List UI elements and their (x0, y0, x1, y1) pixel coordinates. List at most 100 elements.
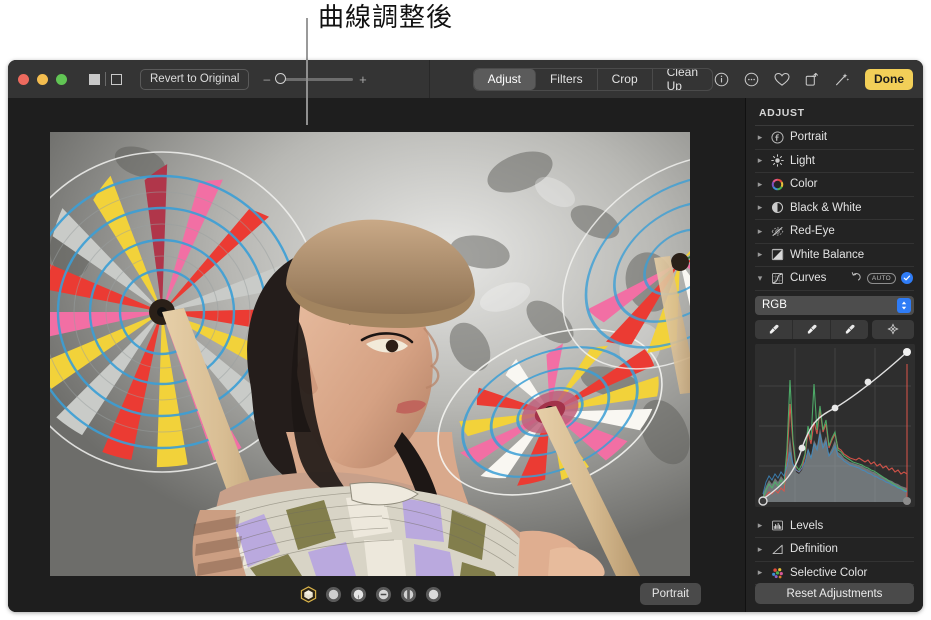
curves-icon (770, 271, 784, 285)
adjust-sidebar: ADJUST ▸ Portrait ▸ Light ▸ Color ▸ Blac… (745, 98, 923, 612)
chevron-right-icon[interactable]: ▸ (756, 249, 764, 260)
minimize-button[interactable] (37, 73, 48, 85)
sidebar-item-definition[interactable]: ▸ Definition (755, 538, 914, 562)
view-mode-toggle[interactable] (89, 72, 122, 86)
toolbar-right-group: Adjust Filters Crop Clean Up Done (430, 60, 923, 98)
filled-square-icon[interactable] (89, 73, 100, 85)
curves-graph-svg[interactable] (755, 343, 915, 507)
zoom-slider-track[interactable] (275, 73, 354, 84)
magic-wand-icon[interactable] (833, 71, 850, 88)
sidebar-item-levels[interactable]: ▸ Levels (755, 515, 914, 538)
rotate-icon[interactable] (803, 71, 820, 88)
zoom-slider-knob[interactable] (275, 73, 287, 84)
window-controls[interactable] (18, 73, 67, 85)
zoom-slider-control[interactable]: – + (263, 73, 366, 86)
sidebar-item-curves-label: Curves (790, 272, 827, 285)
sidebar-item-selective-color[interactable]: ▸ Selective Color (755, 562, 914, 585)
toolbar-left-group: Revert to Original – + (8, 60, 429, 98)
chevron-right-icon[interactable]: ▸ (756, 179, 764, 190)
outline-square-icon[interactable] (111, 73, 122, 85)
white-point-eyedropper[interactable] (831, 320, 868, 339)
undo-icon[interactable] (851, 269, 862, 287)
filter-thumb-4[interactable] (400, 586, 417, 603)
photo-image (50, 132, 690, 576)
filter-thumb-3[interactable] (375, 586, 392, 603)
sidebar-item-black-and-white-label: Black & White (790, 201, 862, 214)
tab-crop[interactable]: Crop (598, 68, 653, 90)
tab-filters[interactable]: Filters (536, 68, 598, 90)
filter-thumb-5[interactable] (425, 586, 442, 603)
eyedropper-group (755, 319, 868, 339)
curves-channel-select[interactable]: RGB (755, 295, 914, 315)
tab-clean-up-label: Clean Up (666, 67, 698, 91)
sidebar-item-red-eye-label: Red-Eye (790, 225, 835, 238)
red-eye-icon (770, 224, 784, 238)
curves-tool-row (755, 319, 914, 339)
sidebar-item-curves[interactable]: ▾ Curves AUTO (755, 267, 914, 291)
revert-to-original-button[interactable]: Revert to Original (140, 68, 250, 90)
heart-icon[interactable] (773, 71, 790, 88)
done-button[interactable]: Done (865, 68, 913, 90)
revert-to-original-label: Revert to Original (150, 73, 240, 85)
sidebar-item-light[interactable]: ▸ Light (755, 150, 914, 173)
sidebar-item-portrait[interactable]: ▸ Portrait (755, 126, 914, 150)
curve-control-point (798, 444, 806, 451)
reset-adjustments-label: Reset Adjustments (786, 587, 883, 600)
chevron-right-icon[interactable]: ▸ (756, 520, 764, 531)
info-icon[interactable] (713, 71, 730, 88)
chevron-right-icon[interactable]: ▸ (756, 155, 764, 166)
levels-icon (770, 519, 784, 533)
screenshot-root: 曲線調整後 Revert to Original – + Adjust Filt… (0, 0, 931, 620)
maximize-button[interactable] (56, 73, 67, 85)
curves-graph-wrapper[interactable] (755, 343, 915, 507)
target-point-icon[interactable] (872, 319, 914, 339)
tab-adjust[interactable]: Adjust (473, 68, 536, 90)
filter-thumb-1[interactable] (325, 586, 342, 603)
color-wheel-icon (770, 177, 784, 191)
more-icon[interactable] (743, 71, 760, 88)
black-point-eyedropper[interactable] (755, 319, 793, 339)
chevron-down-icon[interactable]: ▾ (756, 273, 764, 284)
portrait-badge-button[interactable]: Portrait (639, 583, 701, 605)
tab-clean-up[interactable]: Clean Up (653, 69, 712, 90)
curves-actions: AUTO (851, 269, 914, 287)
window-body: Portrait ADJUST ▸ Portrait ▸ Light ▸ Col… (8, 98, 923, 612)
tab-filters-label: Filters (549, 72, 583, 86)
chevron-right-icon[interactable]: ▸ (756, 202, 764, 213)
chevron-right-icon[interactable]: ▸ (756, 132, 764, 143)
sidebar-item-color[interactable]: ▸ Color (755, 173, 914, 197)
callout-label: 曲線調整後 (318, 2, 454, 32)
light-icon (770, 154, 784, 168)
zoom-in-icon[interactable]: + (359, 73, 367, 86)
auto-label: AUTO (871, 274, 891, 282)
auto-button[interactable]: AUTO (866, 272, 896, 284)
edit-mode-segmented-control[interactable]: Adjust Filters Crop Clean Up (472, 67, 713, 91)
curves-enabled-toggle[interactable] (901, 272, 913, 285)
white-point-handle (903, 496, 911, 505)
sidebar-item-white-balance[interactable]: ▸ White Balance (755, 244, 914, 267)
zoom-out-icon[interactable]: – (263, 73, 270, 85)
divider (105, 72, 106, 86)
selective-color-icon (770, 566, 784, 580)
chevron-updown-icon[interactable] (897, 297, 911, 313)
sidebar-heading: ADJUST (759, 107, 805, 119)
sidebar-item-white-balance-label: White Balance (790, 248, 865, 261)
sidebar-item-selective-color-label: Selective Color (790, 566, 868, 579)
sidebar-item-levels-label: Levels (790, 519, 824, 532)
chevron-right-icon[interactable]: ▸ (756, 567, 764, 578)
photo-preview[interactable] (50, 132, 690, 576)
cube-thumb[interactable] (300, 585, 317, 603)
sidebar-item-red-eye[interactable]: ▸ Red-Eye (755, 220, 914, 244)
sidebar-item-light-label: Light (790, 154, 815, 167)
sidebar-item-black-and-white[interactable]: ▸ Black & White (755, 197, 914, 220)
chevron-right-icon[interactable]: ▸ (756, 544, 764, 555)
sidebar-item-color-label: Color (790, 178, 818, 191)
curves-graph[interactable] (755, 343, 915, 507)
reset-adjustments-button[interactable]: Reset Adjustments (755, 583, 914, 604)
filter-thumbnails (300, 585, 442, 603)
curve-control-point (864, 378, 872, 385)
close-button[interactable] (18, 73, 29, 85)
chevron-right-icon[interactable]: ▸ (756, 226, 764, 237)
gray-point-eyedropper[interactable] (793, 319, 831, 339)
filter-thumb-2[interactable] (350, 586, 367, 603)
